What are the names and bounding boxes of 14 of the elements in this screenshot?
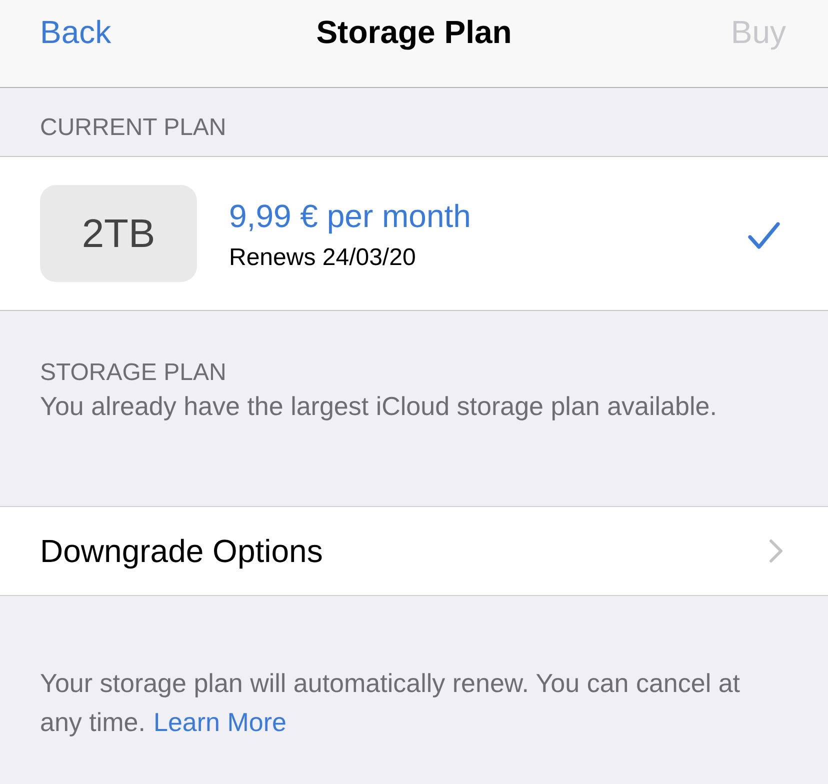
section-header: STORAGE PLAN [40, 359, 226, 387]
row-label: Downgrade Options [40, 532, 323, 570]
plan-row[interactable]: 2TB 9,99 € per month Renews 24/03/20 [0, 156, 828, 311]
plan-price: 9,99 € per month [229, 197, 471, 235]
chevron-right-icon [769, 539, 783, 563]
downgrade-options-row[interactable]: Downgrade Options [0, 506, 828, 596]
plan-size-tile: 2TB [40, 185, 197, 282]
back-button[interactable]: Back [40, 13, 112, 51]
renewal-date: Renews 24/03/20 [229, 244, 416, 272]
page-title: Storage Plan [316, 13, 512, 51]
section-description: You already have the largest iCloud storage plan available. [40, 391, 717, 421]
footer-note: Your storage plan will automatically renew. You can cancel at any time. Learn More [40, 667, 742, 739]
section-header: CURRENT PLAN [40, 114, 226, 142]
learn-more-link[interactable]: Learn More [154, 707, 286, 737]
